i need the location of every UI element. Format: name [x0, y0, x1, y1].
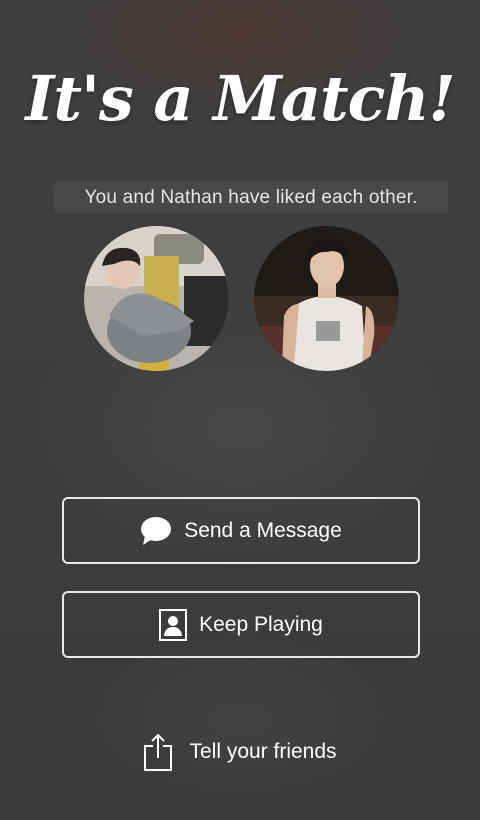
nathan-photo — [254, 226, 399, 371]
user-photo — [84, 226, 229, 371]
nathan-avatar — [254, 226, 399, 371]
send-message-label: Send a Message — [184, 518, 342, 542]
keep-playing-button[interactable]: Keep Playing — [62, 591, 420, 658]
keep-playing-label: Keep Playing — [199, 612, 323, 636]
share-icon — [143, 732, 173, 772]
profile-card-icon — [159, 608, 188, 641]
match-subtitle: You and Nathan have liked each other. — [84, 186, 418, 208]
send-message-button[interactable]: Send a Message — [62, 497, 420, 564]
tell-friends-button[interactable]: Tell your friends — [0, 724, 480, 780]
match-subtitle-banner: You and Nathan have liked each other. — [54, 181, 448, 214]
match-title: It's a Match! — [25, 62, 455, 135]
tell-friends-label: Tell your friends — [189, 740, 337, 763]
chat-bubble-icon — [140, 516, 172, 546]
user-avatar — [84, 226, 229, 371]
